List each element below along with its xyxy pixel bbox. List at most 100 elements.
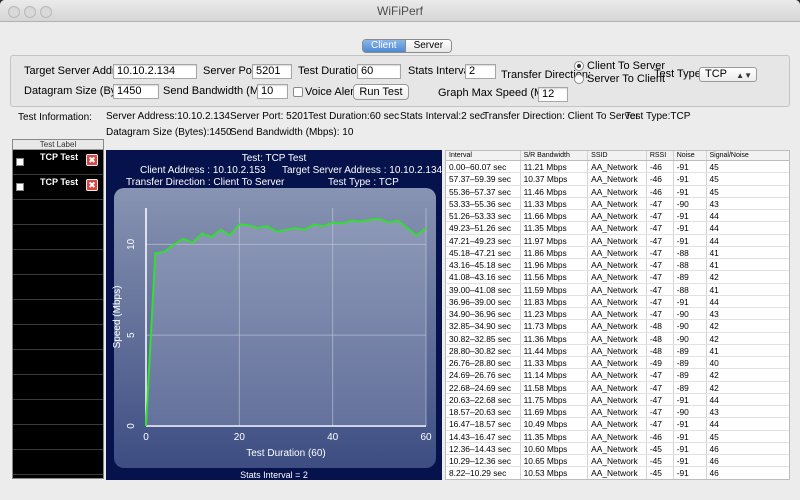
target-server-address-input[interactable]: 10.10.2.134 (113, 64, 197, 79)
test-type-label: Test Type: (654, 68, 704, 80)
cell-rssi: -47 (647, 393, 674, 405)
cell-rssi: -46 (647, 173, 674, 185)
radio-client-to-server[interactable] (574, 61, 584, 71)
cell-noise: -91 (674, 393, 707, 405)
cell-bandwidth: 11.75 Mbps (521, 393, 589, 405)
tab-server[interactable]: Server (404, 40, 452, 52)
cell-interval: 57.37–59.39 sec (446, 173, 521, 185)
test-select-checkbox[interactable] (16, 158, 24, 166)
cell-noise: -89 (674, 357, 707, 369)
table-row[interactable]: 16.47–18.57 sec 10.49 Mbps AA_Network -47 -9… (446, 418, 789, 431)
cell-signal-noise: 43 (709, 407, 719, 417)
cell-signal-noise: 41 (709, 260, 719, 270)
table-row[interactable]: 43.16–45.18 sec 11.96 Mbps AA_Network -47 -8… (446, 259, 789, 272)
cell-noise: -90 (674, 308, 707, 320)
table-row[interactable]: 39.00–41.08 sec 11.59 Mbps AA_Network -47 -8… (446, 283, 789, 296)
cell-noise: -91 (674, 173, 707, 185)
table-row[interactable]: 57.37–59.39 sec 10.37 Mbps AA_Network -46 -9… (446, 173, 789, 186)
table-row[interactable]: 10.29–12.36 sec 10.65 Mbps AA_Network -45 -9… (446, 455, 789, 468)
table-row[interactable]: 12.36–14.43 sec 10.60 Mbps AA_Network -45 -9… (446, 442, 789, 455)
empty-list-row (13, 450, 103, 475)
col-interval[interactable]: Interval (446, 151, 521, 160)
cell-ssid: AA_Network (588, 357, 647, 369)
test-select-checkbox[interactable] (16, 183, 24, 191)
test-duration-input[interactable]: 60 (357, 64, 401, 79)
test-list-item[interactable]: TCP Test ✖ (13, 175, 103, 200)
cell-rssi: -47 (647, 271, 674, 283)
table-row[interactable]: 30.82–32.85 sec 11.36 Mbps AA_Network -48 -9… (446, 332, 789, 345)
cell-ssid: AA_Network (588, 393, 647, 405)
cell-rssi: -46 (647, 161, 674, 173)
cell-interval: 26.76–28.80 sec (446, 357, 521, 369)
table-row[interactable]: 18.57–20.63 sec 11.69 Mbps AA_Network -47 -9… (446, 406, 789, 419)
info-datagram-size: Datagram Size (Bytes):1450 (106, 127, 232, 138)
cell-rssi: -45 (647, 455, 674, 467)
x-tick-label: 60 (420, 432, 432, 443)
table-row[interactable]: 26.76–28.80 sec 11.33 Mbps AA_Network -49 -8… (446, 357, 789, 370)
server-port-input[interactable]: 5201 (252, 64, 292, 79)
send-bandwidth-input[interactable]: 10 (257, 84, 288, 99)
cell-rssi: -47 (647, 197, 674, 209)
table-row[interactable]: 36.96–39.00 sec 11.83 Mbps AA_Network -47 -9… (446, 295, 789, 308)
table-row[interactable]: 45.18–47.21 sec 11.86 Mbps AA_Network -47 -8… (446, 246, 789, 259)
tab-client[interactable]: Client (363, 40, 405, 52)
table-row[interactable]: 24.69–26.76 sec 11.14 Mbps AA_Network -47 -8… (446, 369, 789, 382)
table-row[interactable]: 34.90–36.96 sec 11.23 Mbps AA_Network -47 -9… (446, 308, 789, 321)
cell-rssi: -47 (647, 283, 674, 295)
table-row[interactable]: 49.23–51.26 sec 11.35 Mbps AA_Network -47 -9… (446, 222, 789, 235)
table-row[interactable]: 53.33–55.36 sec 11.33 Mbps AA_Network -47 -9… (446, 197, 789, 210)
cell-ssid: AA_Network (588, 283, 647, 295)
cell-rssi: -46 (647, 430, 674, 442)
cell-bandwidth: 11.86 Mbps (521, 246, 589, 258)
table-row[interactable]: 55.36–57.37 sec 11.46 Mbps AA_Network -46 -9… (446, 185, 789, 198)
test-information: Test Information: Server Address:10.10.2… (0, 108, 800, 146)
info-server-port: Server Port: 5201 (230, 111, 309, 122)
info-send-bandwidth: Send Bandwidth (Mbps): 10 (230, 127, 354, 138)
table-row[interactable]: 28.80–30.82 sec 11.44 Mbps AA_Network -48 -8… (446, 344, 789, 357)
table-row[interactable]: 8.22–10.29 sec 10.53 Mbps AA_Network -45 -91… (446, 467, 789, 479)
radio-server-to-client[interactable] (574, 74, 584, 84)
empty-list-row (13, 400, 103, 425)
test-list-item[interactable]: TCP Test ✖ (13, 150, 103, 175)
cell-ssid: AA_Network (588, 442, 647, 454)
table-row[interactable]: 0.00–60.07 sec 11.21 Mbps AA_Network -46 -91… (446, 161, 789, 174)
test-type-select[interactable]: TCP ▲▼ (699, 67, 757, 82)
col-noise[interactable]: Noise (674, 151, 707, 160)
cell-ssid: AA_Network (588, 222, 647, 234)
run-test-button[interactable]: Run Test (353, 84, 409, 100)
cell-bandwidth: 11.97 Mbps (521, 234, 589, 246)
col-signal-noise[interactable]: Signal/Noise (707, 151, 790, 160)
table-row[interactable]: 47.21–49.23 sec 11.97 Mbps AA_Network -47 -9… (446, 234, 789, 247)
mode-tabs: Client Server (362, 39, 453, 53)
graph-max-speed-input[interactable]: 12 (538, 87, 568, 102)
cell-ssid: AA_Network (588, 271, 647, 283)
cell-ssid: AA_Network (588, 295, 647, 307)
table-row[interactable]: 51.26–53.33 sec 11.66 Mbps AA_Network -47 -9… (446, 210, 789, 223)
table-row[interactable]: 32.85–34.90 sec 11.73 Mbps AA_Network -48 -9… (446, 320, 789, 333)
cell-interval: 51.26–53.33 sec (446, 210, 521, 222)
cell-rssi: -47 (647, 308, 674, 320)
col-bandwidth[interactable]: S/R Bandwidth (521, 151, 589, 160)
cell-signal-noise: 43 (709, 198, 719, 209)
empty-list-row (13, 375, 103, 400)
cell-rssi: -47 (647, 210, 674, 222)
table-row[interactable]: 22.68–24.69 sec 11.58 Mbps AA_Network -47 -8… (446, 381, 789, 394)
table-row[interactable]: 14.43–16.47 sec 11.35 Mbps AA_Network -46 -9… (446, 430, 789, 443)
info-server-address: Server Address:10.10.2.134 (106, 111, 230, 122)
cell-ssid: AA_Network (588, 161, 647, 173)
cell-signal-noise: 46 (709, 468, 719, 479)
delete-test-icon[interactable]: ✖ (86, 154, 98, 166)
cell-bandwidth: 10.60 Mbps (521, 442, 589, 454)
col-rssi[interactable]: RSSI (647, 151, 674, 160)
col-ssid[interactable]: SSID (588, 151, 647, 160)
cell-signal-noise: 44 (709, 296, 719, 307)
delete-test-icon[interactable]: ✖ (86, 179, 98, 191)
voice-alert-checkbox[interactable] (293, 87, 303, 97)
table-row[interactable]: 41.08–43.16 sec 11.56 Mbps AA_Network -47 -8… (446, 271, 789, 284)
cell-noise: -89 (674, 369, 707, 381)
cell-bandwidth: 10.49 Mbps (521, 418, 589, 430)
table-row[interactable]: 20.63–22.68 sec 11.75 Mbps AA_Network -47 -9… (446, 393, 789, 406)
cell-noise: -88 (674, 283, 707, 295)
stats-interval-input[interactable]: 2 (465, 64, 496, 79)
datagram-size-input[interactable]: 1450 (113, 84, 159, 99)
